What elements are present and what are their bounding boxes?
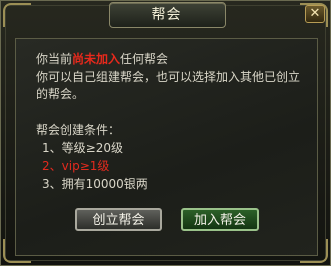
intro-text-line-2: 你可以自己组建帮会，也可以选择加入其他已创立 [36, 70, 301, 84]
join-guild-button[interactable]: 加入帮会 [181, 208, 259, 231]
create-guild-button[interactable]: 创立帮会 [75, 208, 162, 231]
status-highlight: 尚未加入 [72, 52, 121, 66]
status-suffix: 任何帮会 [120, 52, 169, 66]
dialog-frame: 帮会 ✕ 你当前尚未加入任何帮会 你可以自己组建帮会，也可以选择加入其他已创立 … [0, 0, 331, 266]
status-prefix: 你当前 [36, 52, 73, 66]
status-line: 你当前尚未加入任何帮会 [36, 51, 168, 67]
dialog-title: 帮会 [151, 7, 182, 23]
condition-item-unmet: 2、vip≥1级 [42, 159, 110, 173]
intro-text-line-3: 的帮会。 [36, 87, 85, 101]
title-bar: 帮会 ✕ [1, 1, 331, 29]
close-button[interactable]: ✕ [305, 5, 325, 23]
close-icon: ✕ [309, 6, 321, 21]
conditions-heading: 帮会创建条件： [36, 123, 121, 137]
condition-item: 3、拥有10000银两 [42, 177, 148, 191]
condition-item: 1、等级≥20级 [42, 141, 123, 155]
content-panel: 你当前尚未加入任何帮会 你可以自己组建帮会，也可以选择加入其他已创立 的帮会。 … [15, 38, 318, 256]
